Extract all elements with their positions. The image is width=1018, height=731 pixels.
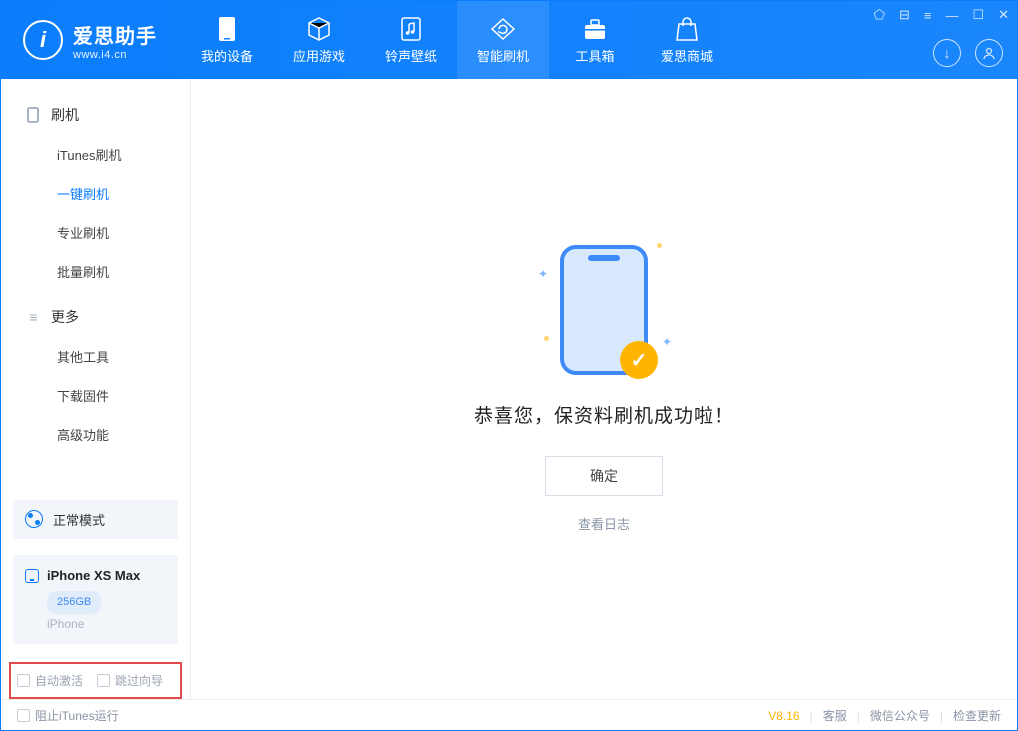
refresh-icon	[490, 16, 516, 42]
toolbox-icon	[582, 16, 608, 42]
checkbox-auto-activate[interactable]: 自动激活	[17, 672, 83, 689]
mode-label: 正常模式	[53, 510, 105, 529]
bag-icon	[674, 16, 700, 42]
success-check-icon: ✓	[620, 341, 658, 379]
nav-apps[interactable]: 应用游戏	[273, 1, 365, 79]
more-icon: ≡	[25, 309, 41, 325]
header: i 爱思助手 www.i4.cn 我的设备 应用游戏 铃声壁纸 智能刷机 工具箱	[1, 1, 1017, 79]
app-subtitle: www.i4.cn	[73, 49, 157, 61]
view-log-link[interactable]: 查看日志	[578, 514, 630, 533]
logo-icon: i	[23, 20, 63, 60]
device-card[interactable]: iPhone XS Max 256GB iPhone	[13, 555, 178, 644]
phone-outline-icon	[25, 107, 41, 123]
menu-icon[interactable]: ≡	[924, 8, 932, 23]
sidebar-group-more: ≡ 更多	[1, 299, 190, 337]
dot-icon	[544, 336, 549, 341]
sidebar-group-flash: 刷机	[1, 97, 190, 135]
footer-link-service[interactable]: 客服	[823, 707, 847, 724]
sidebar-item-pro-flash[interactable]: 专业刷机	[1, 213, 190, 252]
sparkle-icon: ✦	[662, 335, 672, 349]
phone-icon	[25, 569, 39, 583]
footer: 阻止iTunes运行 V8.16 | 客服 | 微信公众号 | 检查更新	[1, 699, 1017, 731]
main-content: ✦ ✦ ✓ 恭喜您，保资料刷机成功啦！ 确定 查看日志	[191, 79, 1017, 699]
cube-icon	[306, 16, 332, 42]
footer-link-wechat[interactable]: 微信公众号	[870, 707, 930, 724]
maximize-button[interactable]: ☐	[972, 7, 984, 23]
nav-my-device[interactable]: 我的设备	[181, 1, 273, 79]
checkbox-icon	[17, 709, 30, 722]
music-icon	[398, 16, 424, 42]
mode-icon	[25, 510, 43, 528]
feedback-icon[interactable]: ⊟	[899, 7, 910, 23]
device-type: iPhone	[47, 614, 166, 634]
account-button[interactable]	[975, 39, 1003, 67]
checkbox-block-itunes[interactable]: 阻止iTunes运行	[17, 707, 119, 724]
mode-status[interactable]: 正常模式	[13, 500, 178, 539]
nav-toolbox[interactable]: 工具箱	[549, 1, 641, 79]
shirt-icon[interactable]: ⬠	[874, 7, 885, 23]
sidebar-item-other-tools[interactable]: 其他工具	[1, 337, 190, 376]
app-title: 爱思助手	[73, 20, 157, 49]
logo[interactable]: i 爱思助手 www.i4.cn	[1, 1, 175, 79]
device-name: iPhone XS Max	[47, 565, 140, 587]
top-nav: 我的设备 应用游戏 铃声壁纸 智能刷机 工具箱 爱思商城	[181, 1, 733, 79]
phone-illustration: ✦ ✦ ✓	[560, 245, 648, 375]
sidebar-item-advanced[interactable]: 高级功能	[1, 415, 190, 454]
download-button[interactable]: ↓	[933, 39, 961, 67]
success-message: 恭喜您，保资料刷机成功啦！	[474, 401, 734, 428]
checkbox-icon	[97, 674, 110, 687]
nav-store[interactable]: 爱思商城	[641, 1, 733, 79]
sparkle-icon: ✦	[538, 267, 548, 281]
nav-ringtones[interactable]: 铃声壁纸	[365, 1, 457, 79]
checkbox-skip-guide[interactable]: 跳过向导	[97, 672, 163, 689]
minimize-button[interactable]: —	[945, 8, 958, 23]
sidebar: 刷机 iTunes刷机 一键刷机 专业刷机 批量刷机 ≡ 更多 其他工具 下载固…	[1, 79, 191, 699]
device-capacity: 256GB	[47, 591, 101, 614]
dot-icon	[657, 243, 662, 248]
sidebar-item-batch-flash[interactable]: 批量刷机	[1, 252, 190, 291]
footer-link-update[interactable]: 检查更新	[953, 707, 1001, 724]
highlighted-options: 自动激活 跳过向导	[9, 662, 182, 699]
checkbox-icon	[17, 674, 30, 687]
ok-button[interactable]: 确定	[545, 456, 663, 496]
device-icon	[214, 16, 240, 42]
sidebar-item-itunes-flash[interactable]: iTunes刷机	[1, 135, 190, 174]
sidebar-item-download-firmware[interactable]: 下载固件	[1, 376, 190, 415]
window-controls: ⬠ ⊟ ≡ — ☐ ✕	[874, 7, 1009, 23]
version-label: V8.16	[768, 709, 799, 723]
close-button[interactable]: ✕	[998, 7, 1009, 23]
sidebar-item-oneclick-flash[interactable]: 一键刷机	[1, 174, 190, 213]
nav-flash[interactable]: 智能刷机	[457, 1, 549, 79]
